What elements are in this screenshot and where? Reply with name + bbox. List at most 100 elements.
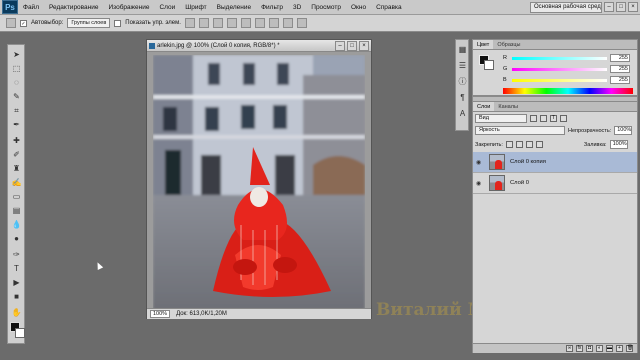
lock-transparent-icon[interactable] xyxy=(505,141,513,148)
visibility-eye-icon[interactable]: ◉ xyxy=(476,180,486,187)
menu-image[interactable]: Изображение xyxy=(104,4,155,11)
minimize-button[interactable]: – xyxy=(604,2,614,12)
blue-slider[interactable] xyxy=(512,78,607,82)
new-group-icon[interactable]: ▬ xyxy=(606,345,613,352)
align-bottom-icon[interactable] xyxy=(212,18,223,28)
workspace-select[interactable]: Основная рабочая среда xyxy=(530,2,602,13)
menu-window[interactable]: Окно xyxy=(346,4,371,11)
shape-tool-icon[interactable]: ■ xyxy=(11,291,22,302)
red-slider[interactable] xyxy=(512,56,607,60)
lock-pixels-icon[interactable] xyxy=(515,141,523,148)
visibility-eye-icon[interactable]: ◉ xyxy=(476,159,486,166)
new-layer-icon[interactable]: + xyxy=(616,345,623,352)
delete-layer-icon[interactable]: 🗑 xyxy=(626,345,633,352)
menu-type[interactable]: Шрифт xyxy=(180,4,211,11)
autoselect-select[interactable]: Группы слоев xyxy=(67,18,111,28)
path-select-tool-icon[interactable]: ▶ xyxy=(11,277,22,288)
auto-align-icon[interactable] xyxy=(296,18,307,28)
healing-tool-icon[interactable]: ✚ xyxy=(11,135,22,146)
collapsed-panel-strip: ▦ ☰ ⓘ ¶ A xyxy=(455,39,469,131)
document-icon xyxy=(149,43,155,49)
blend-mode-select[interactable]: Яркость xyxy=(475,126,565,135)
layer-row[interactable]: ◉ Слой 0 копия xyxy=(473,152,637,173)
character-panel-icon[interactable]: A xyxy=(457,108,468,119)
info-panel-icon[interactable]: ⓘ xyxy=(457,76,468,87)
filter-adjust-icon[interactable] xyxy=(540,115,547,122)
gradient-tool-icon[interactable]: ▤ xyxy=(11,205,22,216)
window-controls: – □ × xyxy=(604,2,638,12)
filter-shape-icon[interactable] xyxy=(560,115,567,122)
color-panel-background-swatch[interactable] xyxy=(484,60,494,70)
menu-3d[interactable]: 3D xyxy=(288,4,306,11)
canvas-photo xyxy=(153,55,365,310)
eraser-tool-icon[interactable]: ▭ xyxy=(11,191,22,202)
document-title: arlekin.jpg @ 100% (Слой 0 копия, RGB/8*… xyxy=(157,42,280,49)
move-tool-icon[interactable]: ➤ xyxy=(11,49,22,60)
align-top-icon[interactable] xyxy=(184,18,195,28)
zoom-level-field[interactable]: 100% xyxy=(150,310,171,318)
link-layers-icon[interactable]: ∞ xyxy=(566,345,573,352)
menu-filter[interactable]: Фильтр xyxy=(256,4,288,11)
lasso-tool-icon[interactable]: ◌ xyxy=(11,77,22,88)
type-tool-icon[interactable]: T xyxy=(11,263,22,274)
tab-layers[interactable]: Слои xyxy=(473,102,495,111)
filter-type-icon[interactable]: T xyxy=(550,115,557,122)
lock-position-icon[interactable] xyxy=(525,141,533,148)
blue-value[interactable]: 255 xyxy=(610,76,630,84)
properties-panel-icon[interactable]: ☰ xyxy=(457,60,468,71)
lock-fill-row: Закрепить: Заливка: 100% xyxy=(475,140,628,149)
menu-help[interactable]: Справка xyxy=(371,4,407,11)
history-panel-icon[interactable]: ▦ xyxy=(457,44,468,55)
brush-tool-icon[interactable]: ✐ xyxy=(11,149,22,160)
autoselect-checkbox[interactable]: ✓ xyxy=(20,19,27,27)
stamp-tool-icon[interactable]: ♜ xyxy=(11,163,22,174)
align-right-icon[interactable] xyxy=(254,18,265,28)
lock-all-icon[interactable] xyxy=(535,141,543,148)
document-canvas[interactable] xyxy=(153,55,365,310)
maximize-button[interactable]: □ xyxy=(616,2,626,12)
tab-swatches[interactable]: Образцы xyxy=(493,40,524,49)
history-brush-tool-icon[interactable]: ✍ xyxy=(11,177,22,188)
layer-row[interactable]: ◉ Слой 0 xyxy=(473,173,637,194)
green-slider[interactable] xyxy=(512,67,607,71)
background-color-swatch[interactable] xyxy=(15,328,25,338)
adjustment-layer-icon[interactable]: ◐ xyxy=(596,345,603,352)
show-controls-checkbox[interactable] xyxy=(114,19,122,27)
dodge-tool-icon[interactable]: ● xyxy=(11,233,22,244)
menu-select[interactable]: Выделение xyxy=(212,4,256,11)
eyedropper-tool-icon[interactable]: ✒ xyxy=(11,119,22,130)
opacity-input[interactable]: 100% xyxy=(614,126,633,135)
align-middle-icon[interactable] xyxy=(198,18,209,28)
align-left-icon[interactable] xyxy=(226,18,237,28)
doc-maximize-button[interactable]: □ xyxy=(347,41,357,51)
close-button[interactable]: × xyxy=(628,2,638,12)
hand-tool-icon[interactable]: ✋ xyxy=(11,307,22,318)
distribute-h-icon[interactable] xyxy=(282,18,293,28)
align-center-icon[interactable] xyxy=(240,18,251,28)
color-spectrum-bar[interactable] xyxy=(503,88,633,94)
paragraph-panel-icon[interactable]: ¶ xyxy=(457,92,468,103)
doc-close-button[interactable]: × xyxy=(359,41,369,51)
marquee-tool-icon[interactable]: ⬚ xyxy=(11,63,22,74)
menu-view[interactable]: Просмотр xyxy=(306,4,346,11)
tab-channels[interactable]: Каналы xyxy=(494,102,522,111)
layer-kind-filter[interactable]: Вид xyxy=(475,114,527,123)
filter-pixel-icon[interactable] xyxy=(530,115,537,122)
menu-layers[interactable]: Слои xyxy=(154,4,180,11)
layer-style-icon[interactable]: fx xyxy=(576,345,583,352)
red-value[interactable]: 255 xyxy=(610,54,630,62)
quick-select-tool-icon[interactable]: ✎ xyxy=(11,91,22,102)
menu-edit[interactable]: Редактирование xyxy=(44,4,104,11)
tab-color[interactable]: Цвет xyxy=(473,40,494,49)
distribute-icon[interactable] xyxy=(268,18,279,28)
pen-tool-icon[interactable]: ✑ xyxy=(11,249,22,260)
green-value[interactable]: 255 xyxy=(610,65,630,73)
menu-file[interactable]: Файл xyxy=(18,4,44,11)
fill-input[interactable]: 100% xyxy=(609,140,628,149)
blur-tool-icon[interactable]: 💧 xyxy=(11,219,22,230)
document-titlebar[interactable]: arlekin.jpg @ 100% (Слой 0 копия, RGB/8*… xyxy=(147,40,371,52)
layer-mask-icon[interactable]: ◘ xyxy=(586,345,593,352)
crop-tool-icon[interactable]: ⌗ xyxy=(11,105,22,116)
move-tool-preset-icon[interactable] xyxy=(6,18,16,28)
doc-minimize-button[interactable]: – xyxy=(335,41,345,51)
